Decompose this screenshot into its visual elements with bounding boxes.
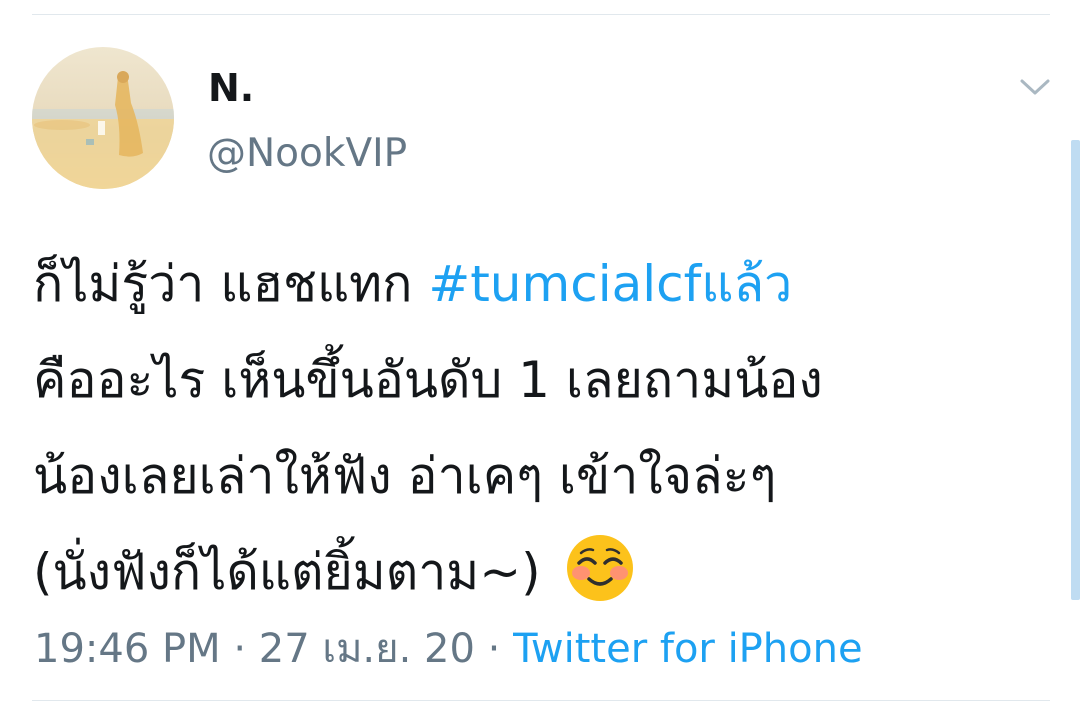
author-display-name[interactable]: N. — [208, 66, 254, 110]
tweet-body: ก็ไม่รู้ว่า แฮชแทก #tumcialcfแล้ว คืออะไ… — [33, 236, 1053, 620]
author-handle[interactable]: @NookVIP — [207, 131, 407, 176]
smiling-face-with-blush-emoji-icon — [566, 534, 633, 601]
tweet-date[interactable]: 27 เม.ย. 20 — [259, 626, 475, 672]
tweet-time[interactable]: 19:46 PM — [34, 626, 221, 672]
tweet-text-segment: ก็ไม่รู้ว่า แฮชแทก — [33, 255, 429, 313]
meta-separator: · — [474, 626, 514, 672]
tweet-text-segment: (นั่งฟังก็ได้แต่ยิ้มตาม~) — [33, 543, 541, 601]
author-avatar[interactable] — [32, 47, 174, 189]
top-divider — [32, 14, 1050, 15]
tweet-line-4: (นั่งฟังก็ได้แต่ยิ้มตาม~) — [33, 524, 1053, 620]
tweet-metadata: 19:46 PM · 27 เม.ย. 20 · Twitter for iPh… — [34, 616, 863, 680]
tweet-detail-view: N. @NookVIP ก็ไม่รู้ว่า แฮชแทก #tumcialc… — [0, 0, 1080, 707]
beach-photo-avatar-icon — [32, 47, 174, 189]
bottom-divider — [32, 700, 1050, 701]
tweet-line-3: น้องเลยเล่าให้ฟัง อ่าเคๆ เข้าใจล่ะๆ — [33, 447, 777, 505]
hashtag-link[interactable]: #tumcialcfแล้ว — [428, 255, 792, 313]
tweet-line-2: คืออะไร เห็นขึ้นอันดับ 1 เลยถามน้อง — [33, 351, 823, 409]
tweet-source-link[interactable]: Twitter for iPhone — [513, 626, 863, 672]
tweet-line-1: ก็ไม่รู้ว่า แฮชแทก #tumcialcfแล้ว — [33, 236, 1053, 332]
meta-separator: · — [220, 626, 259, 672]
chevron-down-icon[interactable] — [1018, 76, 1052, 98]
scrollbar[interactable] — [1071, 140, 1080, 600]
